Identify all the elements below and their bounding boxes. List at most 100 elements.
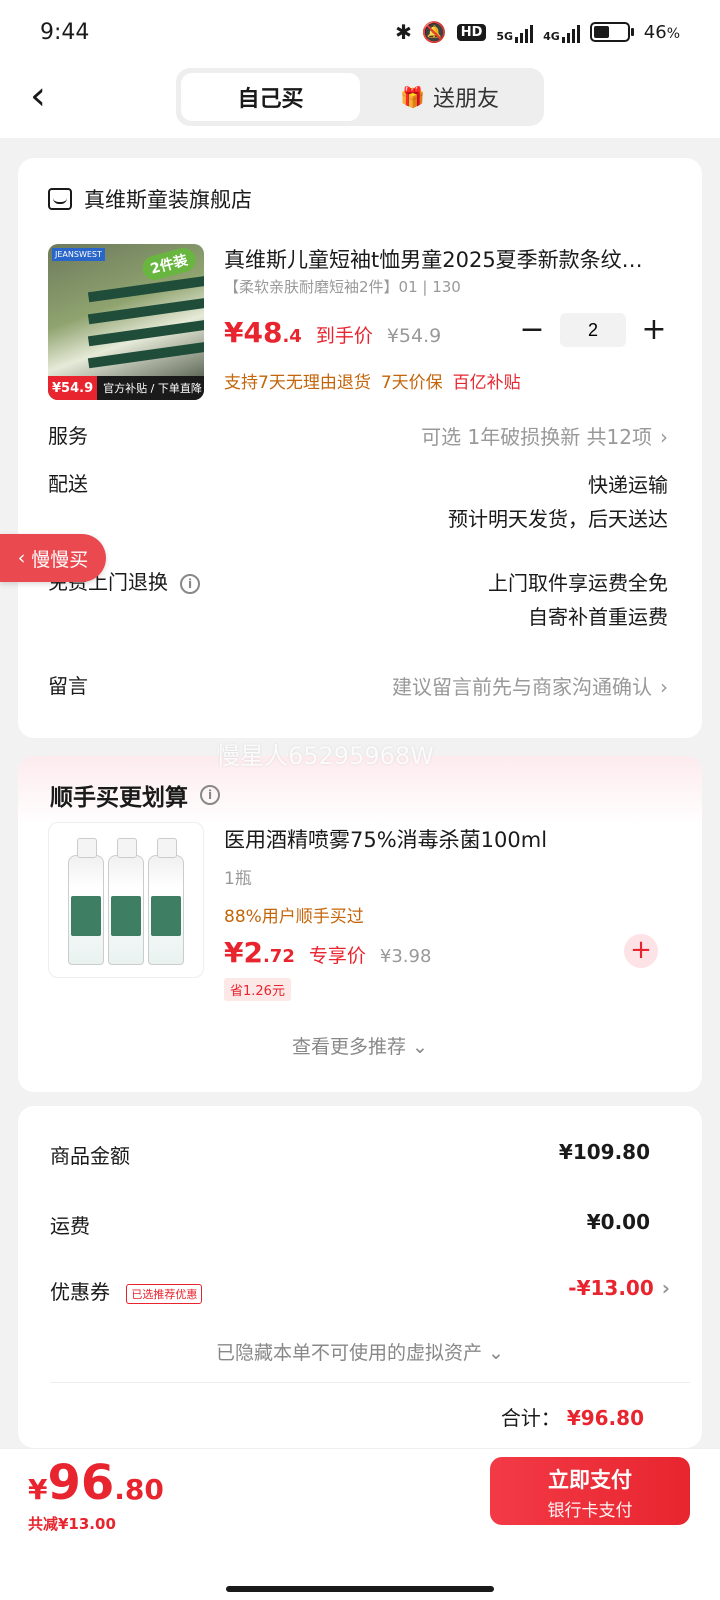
goods-amount-value: ¥109.80 [558, 1140, 650, 1164]
message-label: 留言 [48, 674, 88, 698]
tab-buy-for-self-label: 自己买 [237, 87, 304, 112]
goods-amount-label: 商品金额 [50, 1144, 130, 1168]
recommend-price-label: 专享价 [308, 945, 366, 967]
bluetooth-icon: ✱ [395, 20, 412, 44]
product-spec[interactable]: 【柔软亲肤耐磨短袖2件】01 | 130 [224, 276, 461, 297]
delivery-label: 配送 [48, 472, 88, 496]
image-price-strip: ¥54.9 官方补贴 / 下单直降 [48, 376, 204, 400]
recommend-price-row: ¥2.72 专享价 ¥3.98 [224, 936, 431, 969]
product-price-row: ¥48.4 到手价 ¥54.9 [224, 316, 441, 349]
store-icon [48, 188, 72, 210]
price-label: 到手价 [315, 325, 373, 347]
increase-button[interactable]: + [640, 312, 668, 347]
recommend-price: ¥2.72 [224, 936, 295, 969]
goods-amount-row: 商品金额 ¥109.80 [50, 1140, 650, 1169]
store-name: 真维斯童装旗舰店 [84, 188, 252, 212]
more-recommendations-link[interactable]: 查看更多推荐 ⌄ [18, 1032, 702, 1059]
net-5g-label: 5G [496, 30, 514, 43]
product-price: ¥48.4 [224, 316, 302, 349]
delivery-eta: 预计明天发货，后天送达 [448, 507, 668, 531]
add-recommend-button[interactable]: + [624, 934, 658, 968]
divider [50, 1382, 690, 1383]
shipping-value: ¥0.00 [586, 1210, 650, 1234]
battery-icon [589, 22, 634, 42]
recommend-save-badge: 省1.26元 [224, 978, 291, 1001]
bottle-image [108, 838, 144, 965]
store-row[interactable]: 真维斯童装旗舰店 [48, 184, 252, 214]
net-4g-label: 4G [543, 30, 560, 43]
summary-card: 商品金额 ¥109.80 运费 ¥0.00 优惠券 已选推荐优惠 -¥13.00… [18, 1106, 702, 1448]
message-input[interactable]: 建议留言前先与商家沟通确认 › [392, 670, 668, 704]
recommend-product-qty: 1瓶 [224, 869, 252, 889]
info-icon[interactable]: i [200, 785, 220, 805]
header: ‹ 自己买 🎁 送朋友 [0, 64, 720, 138]
back-button[interactable]: ‹ [30, 72, 70, 120]
gift-icon: 🎁 [400, 85, 425, 109]
coupon-row[interactable]: 优惠券 已选推荐优惠 -¥13.00 › [50, 1276, 670, 1305]
pack-badge: 2件装 [140, 245, 199, 283]
total-saved: 共减¥13.00 [28, 1515, 116, 1533]
tab-gift-friend[interactable]: 🎁 送朋友 [360, 73, 539, 121]
guarantee-price-protect: 7天价保 [380, 373, 443, 393]
signal-4g-icon: 4G [543, 21, 580, 43]
battery-percent: 46% [643, 21, 680, 43]
service-value: 可选 1年破损换新 共12项 › [421, 425, 668, 449]
delivery-row: 配送 快递运输预计明天发货，后天送达 [48, 468, 668, 540]
total-value: ¥96.80 [566, 1406, 644, 1430]
original-price: ¥54.9 [386, 325, 442, 347]
product-image[interactable]: JEANSWEST 2件装 ¥54.9 官方补贴 / 下单直降 [48, 244, 204, 400]
chevron-right-icon: › [660, 675, 668, 699]
payment-method: 银行卡支付 [547, 1501, 633, 1521]
delivery-value: 快递运输预计明天发货，后天送达 [448, 468, 668, 536]
chevron-left-icon: ‹ [17, 547, 26, 569]
bottle-image [68, 838, 104, 965]
tab-gift-friend-label: 送朋友 [432, 87, 499, 112]
slow-buy-label: 慢慢买 [31, 548, 89, 571]
tab-buy-for-self[interactable]: 自己买 [181, 73, 360, 121]
chevron-right-icon: › [660, 425, 668, 449]
shipping-label: 运费 [50, 1214, 90, 1238]
shipping-row: 运费 ¥0.00 [50, 1210, 650, 1239]
bottle-image [148, 838, 184, 965]
total-row: 合计： ¥96.80 [501, 1402, 644, 1431]
recommend-product-image[interactable] [48, 822, 204, 978]
service-label: 服务 [48, 424, 88, 448]
checkout-bar: ¥96.80 共减¥13.00 立即支付 银行卡支付 [0, 1448, 720, 1600]
decrease-button[interactable]: − [518, 312, 546, 347]
pay-now-button[interactable]: 立即支付 银行卡支付 [490, 1457, 690, 1525]
chevron-right-icon: › [661, 1276, 670, 1300]
brand-logo: JEANSWEST [52, 248, 105, 261]
product-title[interactable]: 真维斯儿童短袖t恤男童2025夏季新款条纹… [224, 244, 664, 274]
home-indicator[interactable] [226, 1586, 494, 1592]
coupon-tag: 已选推荐优惠 [126, 1283, 203, 1304]
coupon-value: -¥13.00 › [568, 1276, 670, 1300]
hidden-assets-toggle[interactable]: 已隐藏本单不可使用的虚拟资产 ⌄ [18, 1338, 702, 1365]
return-pickup: 上门取件享运费全免 [488, 571, 668, 595]
total-label: 合计： [500, 1406, 561, 1430]
final-price: ¥96.80 [28, 1455, 164, 1511]
service-row[interactable]: 服务 可选 1年破损换新 共12项 › [48, 420, 668, 454]
return-value: 上门取件享运费全免自寄补首重运费 [488, 566, 668, 634]
pay-now-label: 立即支付 [548, 1468, 632, 1492]
return-row: 免费上门退换 i 上门取件享运费全免 自寄补首重运费 [48, 566, 668, 638]
quantity-input[interactable] [560, 312, 626, 347]
order-card: 真维斯童装旗舰店 JEANSWEST 2件装 ¥54.9 官方补贴 / 下单直降… [18, 158, 702, 738]
return-self-send: 自寄补首重运费 [528, 605, 668, 629]
info-icon[interactable]: i [180, 573, 200, 594]
image-strip-text: 官方补贴 / 下单直降 [103, 382, 202, 395]
delivery-method: 快递运输 [588, 473, 668, 497]
message-row[interactable]: 留言 建议留言前先与商家沟通确认 › [48, 670, 668, 704]
quantity-stepper: − + [518, 312, 668, 347]
product-guarantees: 支持7天无理由退货 7天价保 百亿补贴 [224, 368, 521, 393]
image-price: ¥54.9 [48, 376, 98, 400]
recommend-popularity: 88%用户顺手买过 [224, 907, 364, 927]
watermark: 慢星人65295968W [216, 742, 434, 770]
guarantee-return: 支持7天无理由退货 [224, 373, 371, 393]
coupon-label: 优惠券 [50, 1280, 110, 1304]
recommend-title: 顺手买更划算 i [50, 778, 220, 812]
recommend-product-title[interactable]: 医用酒精喷雾75%消毒杀菌100ml [224, 824, 547, 854]
subsidy-badge: 百亿补贴 [452, 373, 521, 393]
recommend-original-price: ¥3.98 [379, 946, 432, 967]
hd-badge: HD [456, 23, 487, 41]
slow-buy-button[interactable]: ‹ 慢慢买 [0, 534, 106, 582]
